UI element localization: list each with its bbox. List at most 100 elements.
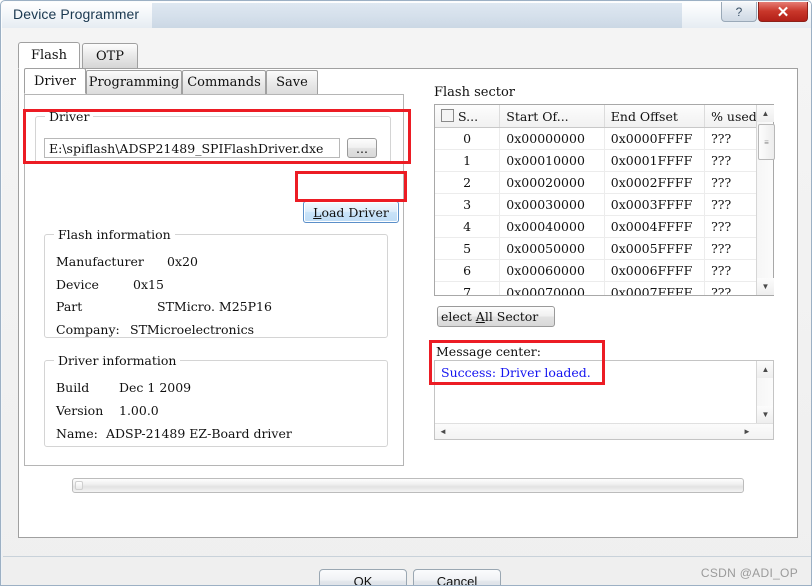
company-label: Company: [56, 322, 120, 337]
message-scroll-down-icon[interactable]: ▼ [757, 406, 773, 423]
select-all-sector-pre: elect [441, 309, 476, 324]
message-scroll-left-icon[interactable]: ◄ [435, 424, 451, 439]
tab-programming[interactable]: Programming [86, 70, 182, 94]
cell-end: 0x0006FFFF [604, 259, 706, 282]
select-all-sector-post: ll Sector [484, 309, 539, 324]
select-all-sector-button[interactable]: elect All Sector [437, 306, 555, 327]
part-label: Part [56, 299, 83, 314]
screenshot-root: Device Programmer ? ✕ Flash OTP Driver P… [0, 0, 812, 586]
cell-sector: 2 [435, 171, 501, 194]
scrollbar-thumb[interactable]: ≡ [758, 124, 775, 160]
cancel-button[interactable]: Cancel [413, 569, 501, 586]
browse-button[interactable]: ... [347, 138, 377, 158]
cell-end: 0x0000FFFF [604, 127, 706, 150]
cell-start: 0x00040000 [499, 215, 605, 238]
cell-sector: 5 [435, 237, 501, 260]
table-row[interactable]: 7 0x00070000 0x0007FFFF ??? [435, 281, 773, 295]
scroll-down-icon[interactable]: ▼ [757, 278, 774, 295]
cell-start: 0x00020000 [499, 171, 605, 194]
table-row[interactable]: 6 0x00060000 0x0006FFFF ??? [435, 259, 773, 282]
cell-sector: 1 [435, 149, 501, 172]
cell-end: 0x0004FFFF [604, 215, 706, 238]
message-vertical-scrollbar[interactable]: ▲ ▼ [756, 361, 773, 423]
tab-commands[interactable]: Commands [182, 70, 266, 94]
device-label: Device [56, 277, 99, 292]
ok-button[interactable]: OK [319, 569, 407, 586]
scroll-up-icon[interactable]: ▲ [757, 105, 774, 122]
driver-group-title: Driver [45, 109, 94, 124]
footer-separator [3, 556, 811, 557]
select-all-sector-accel: A [475, 309, 485, 324]
manufacturer-label: Manufacturer [56, 254, 144, 269]
driver-name-label: Name: [56, 426, 98, 441]
sector-table: S... Start Of... End Offset % used 0 0x0… [435, 105, 773, 295]
table-row[interactable]: 3 0x00030000 0x0003FFFF ??? [435, 193, 773, 216]
cell-start: 0x00060000 [499, 259, 605, 282]
inner-tab-strip: Driver Programming Commands Save [24, 68, 764, 95]
cell-start: 0x00030000 [499, 193, 605, 216]
select-all-checkbox[interactable] [441, 108, 454, 122]
build-label: Build [56, 380, 90, 395]
cell-end: 0x0001FFFF [604, 149, 706, 172]
outer-tab-strip: Flash OTP [18, 42, 798, 69]
load-driver-label: oad Driver [321, 204, 389, 220]
driver-name-value: ADSP-21489 EZ-Board driver [106, 426, 292, 441]
message-line: Success: Driver loaded. [441, 365, 591, 380]
cell-start: 0x00070000 [499, 281, 605, 295]
table-row[interactable]: 4 0x00040000 0x0004FFFF ??? [435, 215, 773, 238]
cell-sector: 6 [435, 259, 501, 282]
message-scroll-up-icon[interactable]: ▲ [757, 361, 773, 378]
help-button[interactable]: ? [721, 2, 757, 22]
cancel-label: ancel [446, 573, 478, 586]
company-value: STMicroelectronics [130, 322, 254, 337]
ok-accel: O [353, 573, 364, 586]
sector-table-scrollbar[interactable]: ▲ ≡ ▼ [756, 105, 775, 295]
table-row[interactable]: 1 0x00010000 0x0001FFFF ??? [435, 149, 773, 172]
cell-end: 0x0003FFFF [604, 193, 706, 216]
cell-sector: 7 [435, 281, 501, 295]
table-row[interactable]: 5 0x00050000 0x0005FFFF ??? [435, 237, 773, 260]
cell-start: 0x00010000 [499, 149, 605, 172]
cell-sector: 0 [435, 127, 501, 150]
cell-start: 0x00050000 [499, 237, 605, 260]
message-scroll-right-icon[interactable]: ► [739, 424, 755, 439]
driver-information-title: Driver information [54, 353, 181, 368]
load-driver-button[interactable]: Load Driver [303, 201, 399, 223]
cell-sector: 4 [435, 215, 501, 238]
flash-sector-title: Flash sector [434, 85, 516, 100]
column-header-start-offset[interactable]: Start Of... [499, 105, 605, 128]
tab-driver[interactable]: Driver [24, 68, 86, 94]
manufacturer-value: 0x20 [167, 254, 198, 269]
tab-save[interactable]: Save [266, 70, 318, 94]
cell-end: 0x0007FFFF [604, 281, 706, 295]
title-bar: Device Programmer ? ✕ [2, 2, 811, 28]
window-controls: ? ✕ [721, 2, 808, 22]
flash-sector-table[interactable]: S... Start Of... End Offset % used 0 0x0… [434, 104, 774, 296]
message-center-box[interactable]: Success: Driver loaded. ▲ ▼ ◄ ► [434, 360, 774, 440]
dialog-content: Flash OTP Driver Programming Commands Sa… [2, 28, 811, 586]
window-title: Device Programmer [13, 6, 140, 22]
column-header-end-offset[interactable]: End Offset [604, 105, 706, 128]
version-value: 1.00.0 [119, 403, 159, 418]
table-row[interactable]: 0 0x00000000 0x0000FFFF ??? [435, 127, 773, 150]
cell-end: 0x0002FFFF [604, 171, 706, 194]
table-row[interactable]: 2 0x00020000 0x0002FFFF ??? [435, 171, 773, 194]
bottom-scrollbar-thumb[interactable] [75, 481, 83, 490]
title-bar-sheen [152, 3, 682, 28]
device-programmer-window: Device Programmer ? ✕ Flash OTP Driver P… [0, 0, 812, 586]
ok-label: K [363, 573, 373, 586]
message-center-title: Message center: [436, 344, 541, 359]
tab-flash[interactable]: Flash [18, 42, 80, 69]
sector-table-body: 0 0x00000000 0x0000FFFF ??? 1 0x00010000… [435, 127, 773, 295]
column-header-sector[interactable]: S... [435, 105, 501, 128]
table-header-row: S... Start Of... End Offset % used [435, 105, 773, 128]
tab-otp[interactable]: OTP [82, 43, 138, 68]
flash-information-title: Flash information [54, 227, 175, 242]
close-icon[interactable]: ✕ [758, 2, 808, 22]
device-value: 0x15 [133, 277, 164, 292]
message-horizontal-scrollbar[interactable]: ◄ ► [435, 423, 773, 439]
load-driver-accel: L [313, 204, 322, 220]
build-value: Dec 1 2009 [119, 380, 192, 395]
driver-path-input[interactable]: E:\spiflash\ADSP21489_SPIFlashDriver.dxe [44, 138, 340, 158]
bottom-scrollbar[interactable] [72, 478, 744, 493]
